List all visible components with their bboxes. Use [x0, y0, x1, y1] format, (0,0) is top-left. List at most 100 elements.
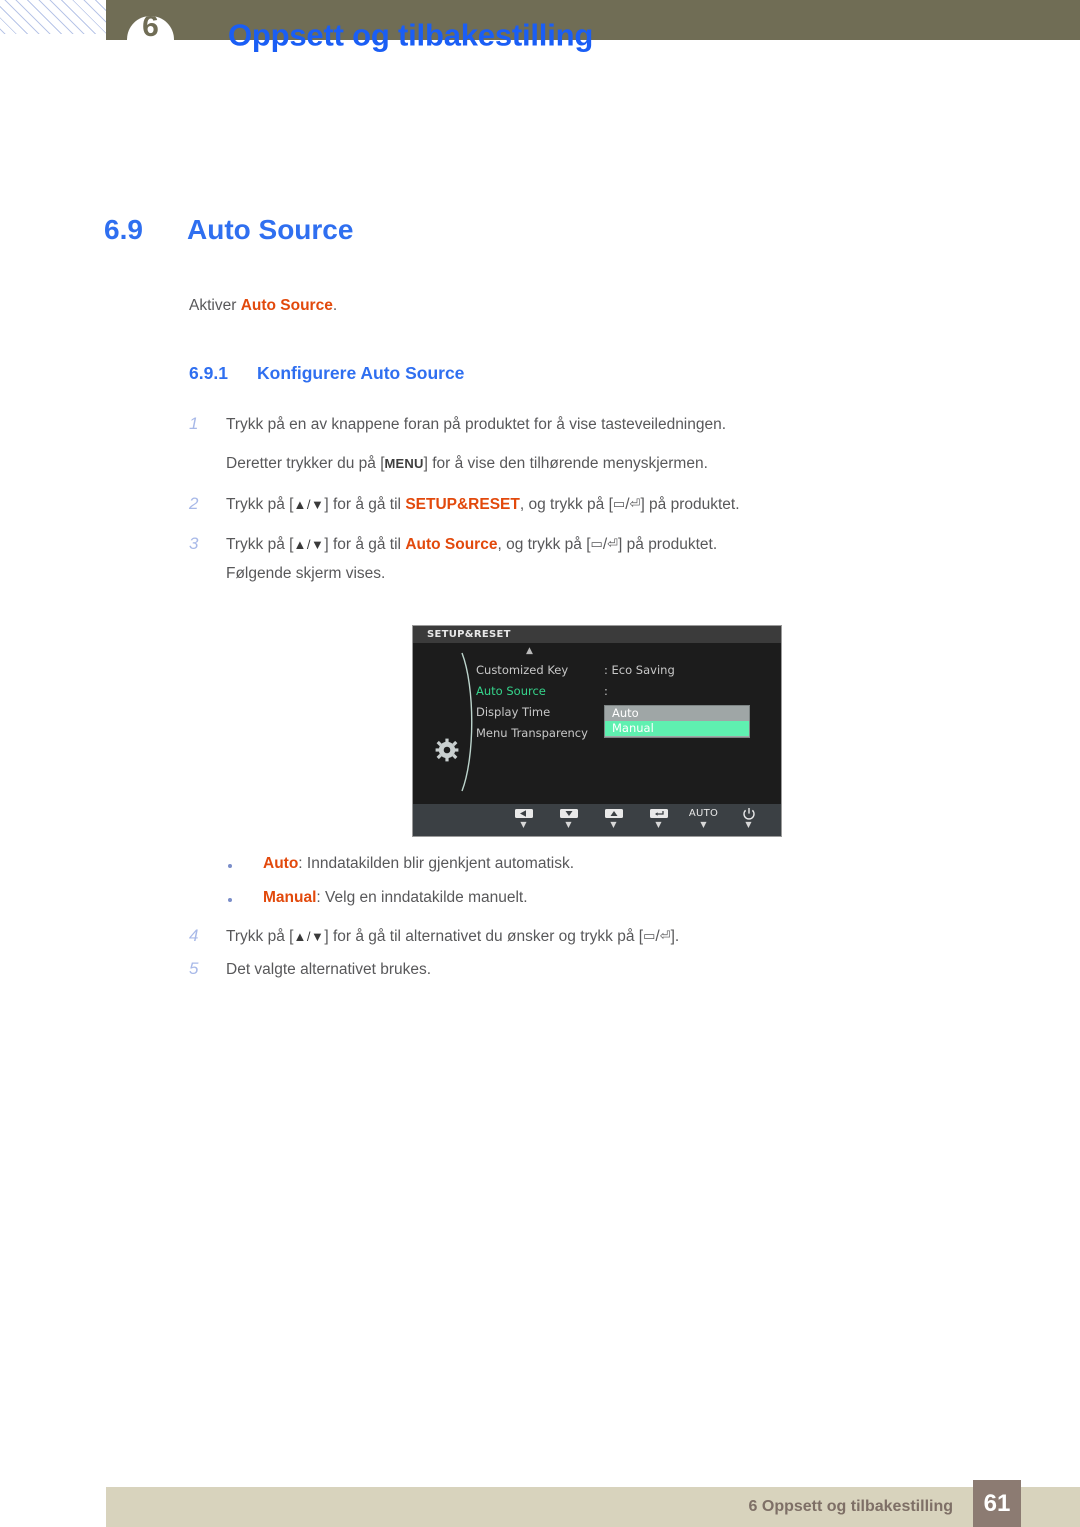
- page-title: Oppsett og tilbakestilling: [228, 17, 594, 53]
- step-2-p3: , og trykk på [: [519, 496, 613, 513]
- osd-row-label: Auto Source: [476, 684, 546, 698]
- step-3-target: Auto Source: [405, 536, 498, 553]
- step-4-p2: ] for å gå til alternativet du ønsker og…: [324, 928, 644, 945]
- up-arrow-icon: [591, 808, 636, 820]
- source-box-key-icon: ▭: [643, 928, 656, 943]
- step-1-text: Trykk på en av knappene foran på produkt…: [226, 416, 727, 433]
- osd-button-tick: ▼: [565, 820, 572, 829]
- osd-button-power[interactable]: ▼: [726, 804, 771, 830]
- list-item: Manual: Velg en inndatakilde manuelt.: [228, 889, 528, 907]
- osd-row-customized-key[interactable]: Customized Key : Eco Saving: [476, 660, 776, 681]
- section-title: Auto Source: [187, 214, 354, 245]
- step-2-p1: Trykk på [: [226, 496, 294, 513]
- osd-row-label: Customized Key: [476, 663, 569, 677]
- bullet-dot-icon: [228, 898, 232, 902]
- menu-key-label: MENU: [384, 456, 424, 471]
- lead-prefix: Aktiver: [189, 297, 241, 314]
- osd-button-down-arrow[interactable]: ▼: [546, 804, 591, 830]
- chapter-number: 6: [142, 16, 159, 43]
- osd-row-label: Menu Transparency: [476, 726, 588, 740]
- osd-button-up-arrow[interactable]: ▼: [591, 804, 636, 830]
- subsection-title: Konfigurere Auto Source: [257, 363, 465, 383]
- osd-button-tick: ▼: [700, 820, 707, 829]
- step-3-note: Følgende skjerm vises.: [226, 565, 386, 582]
- corner-hatch-decoration: [0, 0, 106, 34]
- source-box-key-icon: ▭: [612, 496, 626, 511]
- bullet-desc: : Velg en inndatakilde manuelt.: [316, 889, 528, 906]
- source-box-key-icon: ▭: [590, 536, 603, 551]
- dropdown-option-auto[interactable]: Auto: [605, 706, 749, 721]
- osd-button-tick: ▼: [610, 820, 617, 829]
- power-icon: [726, 808, 771, 820]
- osd-screenshot: SETUP&RESET ▲ Customized Key: Eco Savin…: [412, 625, 782, 837]
- updown-arrow-keys-icon: ▲/▼: [293, 929, 325, 944]
- osd-button-enter[interactable]: ▼: [636, 804, 681, 830]
- step-3-p4: ] på produktet.: [618, 536, 718, 553]
- osd-row-value: : Eco Saving: [604, 663, 675, 677]
- enter-icon: [636, 808, 681, 820]
- step-1-sub-prefix: Deretter trykker du på [: [226, 455, 385, 472]
- step-1-number: 1: [189, 414, 199, 433]
- subsection-number: 6.9.1: [189, 363, 228, 383]
- bullet-dot-icon: [228, 864, 232, 868]
- osd-row-label: Display Time: [476, 705, 551, 719]
- step-5-text: Det valgte alternativet brukes.: [226, 961, 432, 978]
- osd-scroll-up-caret-icon: ▲: [526, 646, 533, 656]
- step-3-p2: ] for å gå til: [324, 536, 406, 553]
- bullet-term: Auto: [263, 855, 299, 872]
- osd-button-auto[interactable]: AUTO ▼: [681, 804, 726, 830]
- step-2-p2: ] for å gå til: [324, 496, 406, 513]
- bullet-term: Manual: [263, 889, 317, 906]
- page-number: 61: [973, 1480, 1021, 1527]
- section-lead-text: Aktiver Auto Source.: [189, 297, 337, 315]
- updown-arrow-keys-icon: ▲/▼: [293, 497, 325, 512]
- auto-source-dropdown[interactable]: Auto Manual: [604, 705, 750, 738]
- lead-suffix: .: [332, 297, 338, 314]
- step-2: 2 Trykk på [▲/▼] for å gå til SETUP&RESET…: [189, 494, 740, 514]
- bullet-desc: : Inndatakilden blir gjenkjent automatis…: [298, 855, 575, 872]
- osd-button-tick: ▼: [655, 820, 662, 829]
- step-1-subtext: Deretter trykker du på [MENU] for å vise…: [226, 455, 708, 473]
- step-4-number: 4: [189, 926, 199, 945]
- osd-button-bar: ▼ ▼ ▼ ▼ AUTO ▼ ▼: [413, 804, 781, 836]
- step-4-p1: Trykk på [: [226, 928, 294, 945]
- section-heading: 6.9 Auto Source: [104, 214, 353, 246]
- osd-button-left-arrow[interactable]: ▼: [501, 804, 546, 830]
- footer-chapter-label: 6 Oppsett og tilbakestilling: [748, 1498, 953, 1515]
- step-1: 1 Trykk på en av knappene foran på produk…: [189, 414, 726, 434]
- step-3-number: 3: [189, 534, 199, 553]
- subsection-heading: 6.9.1 Konfigurere Auto Source: [189, 363, 464, 384]
- step-3-p3: , og trykk på [: [497, 536, 591, 553]
- chapter-number-badge: 6: [127, 16, 174, 63]
- step-2-target: SETUP&RESET: [405, 496, 520, 513]
- enter-key-icon: ⏎: [659, 928, 671, 943]
- osd-body: ▲ Customized Key : Eco Saving Auto Sourc…: [413, 643, 781, 804]
- step-2-p4: ] på produktet.: [640, 496, 740, 513]
- bullet-text: Auto: Inndatakilden blir gjenkjent autom…: [263, 855, 574, 873]
- down-arrow-icon: [546, 808, 591, 820]
- list-item: Auto: Inndatakilden blir gjenkjent autom…: [228, 855, 574, 873]
- step-2-number: 2: [189, 494, 199, 513]
- bullet-text: Manual: Velg en inndatakilde manuelt.: [263, 889, 528, 907]
- section-number: 6.9: [104, 214, 143, 245]
- enter-key-icon: ⏎: [629, 496, 641, 511]
- step-3: 3 Trykk på [▲/▼] for å gå til Auto Source…: [189, 534, 717, 554]
- step-4: 4 Trykk på [▲/▼] for å gå til alternative…: [189, 926, 679, 946]
- osd-title: SETUP&RESET: [413, 626, 781, 643]
- enter-key-icon: ⏎: [607, 536, 619, 551]
- left-arrow-icon: [501, 808, 546, 820]
- lead-highlight: Auto Source: [240, 297, 333, 314]
- osd-button-tick: ▼: [745, 820, 752, 829]
- gear-icon: [435, 738, 459, 762]
- osd-row-value: :: [604, 684, 608, 698]
- step-1-sub-suffix: ] for å vise den tilhørende menyskjermen…: [423, 455, 708, 472]
- updown-arrow-keys-icon: ▲/▼: [293, 537, 325, 552]
- step-5-number: 5: [189, 959, 199, 978]
- step-5: 5 Det valgte alternativet brukes.: [189, 959, 431, 979]
- osd-button-auto-label: AUTO: [688, 808, 719, 819]
- step-3-p1: Trykk på [: [226, 536, 294, 553]
- step-4-p4: ].: [670, 928, 680, 945]
- osd-button-tick: ▼: [520, 820, 527, 829]
- osd-row-auto-source[interactable]: Auto Source :: [476, 681, 776, 702]
- dropdown-option-manual[interactable]: Manual: [605, 721, 749, 736]
